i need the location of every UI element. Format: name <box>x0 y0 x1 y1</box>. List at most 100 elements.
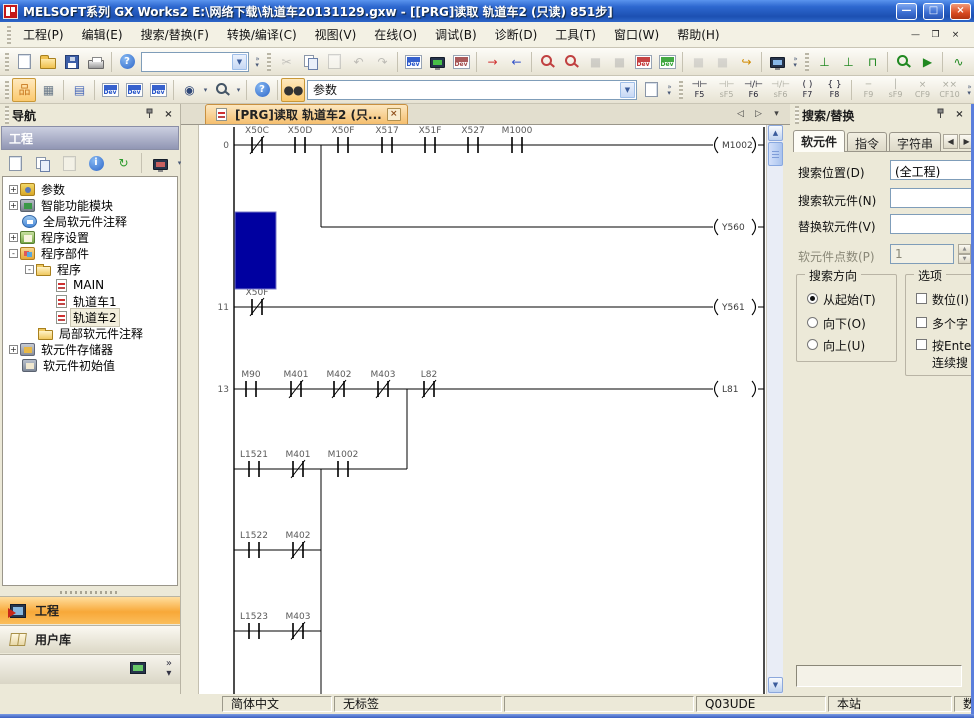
write-to-plc-icon[interactable]: → <box>480 50 504 74</box>
watch-start-icon[interactable] <box>891 50 915 74</box>
nav-splitter[interactable] <box>0 588 180 596</box>
tab-close-icon[interactable]: × <box>387 108 401 121</box>
search-pin-icon[interactable] <box>933 108 948 122</box>
combo-arrow-icon[interactable]: ▼ <box>620 82 635 98</box>
radio-from-start-icon[interactable] <box>807 293 818 304</box>
nav-close-icon[interactable]: × <box>161 108 176 122</box>
toolbar-overflow-icon[interactable]: »▾ <box>789 50 802 74</box>
ladder-symbol-F7[interactable]: ( )F7 <box>794 77 821 103</box>
menu-item[interactable]: 帮助(H) <box>668 22 728 47</box>
checkbox-multiword[interactable]: 多个字 <box>916 315 968 332</box>
radio-up-icon[interactable] <box>807 339 818 350</box>
menu-item[interactable]: 搜索/替换(F) <box>132 22 218 47</box>
jump-icon[interactable]: ↪ <box>734 50 758 74</box>
maximize-button[interactable]: □ <box>923 3 944 20</box>
toolbar-grip[interactable] <box>5 53 9 71</box>
project-copy-icon[interactable] <box>30 151 54 175</box>
tree-expander-icon[interactable]: + <box>9 201 18 210</box>
ladder-symbol-F8[interactable]: { }F8 <box>821 77 848 103</box>
dev-run-icon[interactable]: Dev <box>655 50 679 74</box>
tree-expander-icon[interactable]: + <box>9 233 18 242</box>
monitor-resume-icon[interactable]: ■ <box>607 50 631 74</box>
find-next-icon[interactable] <box>639 78 663 102</box>
window-select-combobox[interactable]: ▼ <box>141 52 249 72</box>
tab-ladder-program[interactable]: [PRG]读取 轨道车2 (只... × <box>205 104 408 124</box>
scrollbar-thumb[interactable] <box>768 142 783 166</box>
navigation-window-icon[interactable]: 品 <box>12 78 36 102</box>
find-icon[interactable]: ●● <box>281 78 305 102</box>
ladder-symbol-sF5[interactable]: ⊣⊢sF5 <box>713 77 740 103</box>
toolbar-grip[interactable] <box>805 53 809 71</box>
radio-up[interactable]: 向上(U) <box>807 337 865 354</box>
menu-item[interactable]: 工具(T) <box>546 22 605 47</box>
new-project-icon[interactable] <box>12 50 36 74</box>
trace-start-icon[interactable]: ∿ <box>970 50 974 74</box>
vertical-scrollbar[interactable]: ▲ ▼ <box>766 125 783 694</box>
checkbox-enter-continuous-icon[interactable] <box>916 339 927 350</box>
sidebar-item-project[interactable]: 工程 <box>0 596 180 624</box>
tab-scroll-left-icon[interactable]: ◁ <box>733 107 748 122</box>
radio-from-start[interactable]: 从起始(T) <box>807 291 876 308</box>
device-comment-icon[interactable]: Dev <box>98 78 122 102</box>
toolbar-overflow-icon[interactable]: »▾ <box>251 50 264 74</box>
ladder-symbol-F5[interactable]: ⊣⊢F5 <box>686 77 713 103</box>
ladder-edit-cursor[interactable] <box>235 212 276 289</box>
device-display-icon[interactable]: ◉ <box>177 78 201 102</box>
monitor-start-icon[interactable]: ⊥ <box>812 50 836 74</box>
menu-item[interactable]: 工程(P) <box>14 22 73 47</box>
project-new-data-icon[interactable] <box>3 151 27 175</box>
cut-icon[interactable]: ✂ <box>274 50 298 74</box>
toolbar-grip[interactable] <box>267 53 271 71</box>
ladder-symbol-F6[interactable]: ⊣/⊢F6 <box>740 77 767 103</box>
toolbar-overflow-icon[interactable]: »▾ <box>663 78 676 102</box>
paste-icon[interactable] <box>322 50 346 74</box>
mdi-close-button[interactable]: × <box>947 27 964 42</box>
trace-open-icon[interactable]: ∿ <box>946 50 970 74</box>
device-points-spinner[interactable]: ▲▼ <box>958 244 971 264</box>
search-tab-right-icon[interactable]: ▶ <box>959 134 971 149</box>
search-tab-left-icon[interactable]: ◀ <box>943 134 958 149</box>
tree-item[interactable]: -程序部件 <box>3 245 177 261</box>
help2-icon[interactable]: ? <box>250 78 274 102</box>
dropdown-arrow-icon[interactable]: ▾ <box>201 86 210 94</box>
checkbox-enter-continuous[interactable]: 按Enter 连续搜 <box>916 337 971 371</box>
menu-item[interactable]: 窗口(W) <box>605 22 668 47</box>
ladder-symbol-F9[interactable]: ─F9 <box>855 77 882 103</box>
dev-stop-icon[interactable]: Dev <box>631 50 655 74</box>
ladder-monitor-icon[interactable] <box>425 50 449 74</box>
device-find-icon[interactable]: Dev <box>401 50 425 74</box>
output-window-icon[interactable]: ▤ <box>67 78 91 102</box>
close-button[interactable]: × <box>950 3 971 20</box>
connection-destination-icon[interactable] <box>130 662 146 674</box>
help-icon[interactable]: ? <box>115 50 139 74</box>
find-target-combobox[interactable]: 参数▼ <box>307 80 637 100</box>
ladder-symbol-CF10[interactable]: ××CF10 <box>936 77 963 103</box>
search-close-icon[interactable]: × <box>952 108 967 122</box>
search-location-combobox[interactable]: (全工程) <box>890 160 971 180</box>
combo-arrow-icon[interactable]: ▼ <box>232 54 247 70</box>
replace-device-combobox[interactable] <box>890 214 971 234</box>
tab-device[interactable]: 软元件 <box>793 130 845 152</box>
minimize-button[interactable]: — <box>896 3 917 20</box>
menu-item[interactable]: 转换/编译(C) <box>218 22 306 47</box>
ladder-diagram[interactable]: X50CX50DX50FX517X51FX527M1000X50FM90M401… <box>198 125 766 694</box>
comment-display-icon[interactable]: ■ <box>686 50 710 74</box>
read-from-plc-icon[interactable]: ← <box>504 50 528 74</box>
project-filter-icon[interactable] <box>148 151 172 175</box>
tree-item[interactable]: 软元件初始值 <box>3 357 177 373</box>
ladder-symbol-CF9[interactable]: ×CF9 <box>909 77 936 103</box>
checkbox-digit[interactable]: 数位(I) <box>916 291 969 308</box>
menu-item[interactable]: 视图(V) <box>306 22 366 47</box>
menu-item[interactable]: 在线(O) <box>365 22 426 47</box>
verify-plc-icon[interactable] <box>535 50 559 74</box>
open-project-icon[interactable] <box>36 50 60 74</box>
save-project-icon[interactable] <box>60 50 84 74</box>
toolbar-grip[interactable] <box>5 81 9 99</box>
search-device-combobox[interactable] <box>890 188 971 208</box>
menu-item[interactable]: 诊断(D) <box>486 22 547 47</box>
nav-overflow-icon[interactable]: »▾ <box>166 659 172 679</box>
scroll-down-icon[interactable]: ▼ <box>768 677 783 693</box>
display-window-icon[interactable] <box>765 50 789 74</box>
radio-down[interactable]: 向下(O) <box>807 315 866 332</box>
redo-icon[interactable]: ↷ <box>370 50 394 74</box>
